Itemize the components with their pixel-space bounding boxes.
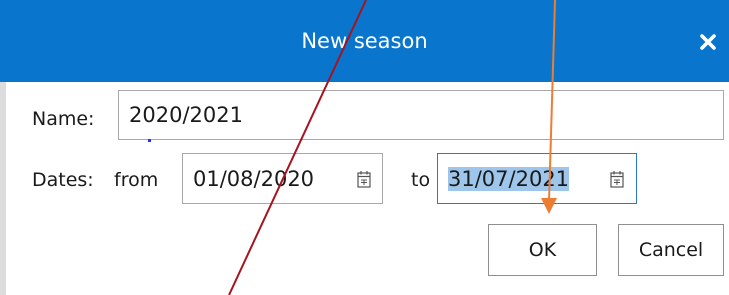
from-label: from (114, 169, 159, 191)
to-date-input[interactable]: 31/07/2021 (437, 153, 637, 204)
to-label: to (411, 169, 431, 191)
dialog-title: New season (301, 29, 428, 53)
ok-button[interactable]: OK (488, 224, 597, 276)
name-label: Name: (32, 108, 95, 130)
calendar-icon[interactable] (610, 170, 624, 188)
dates-label: Dates: (32, 169, 94, 191)
dialog-titlebar: New season (0, 0, 729, 82)
new-season-dialog: New season Name: 2020/2021 Dates: from 0… (0, 0, 729, 295)
dialog-body: Name: 2020/2021 Dates: from 01/08/2020 t… (6, 82, 729, 295)
cancel-button[interactable]: Cancel (618, 224, 724, 276)
name-input[interactable]: 2020/2021 (118, 90, 724, 140)
close-button[interactable] (692, 26, 724, 58)
to-date-value: 31/07/2021 (448, 166, 570, 191)
name-value: 2020/2021 (129, 103, 243, 127)
calendar-icon[interactable] (357, 170, 371, 188)
from-date-value: 01/08/2020 (193, 166, 315, 191)
from-date-input[interactable]: 01/08/2020 (182, 153, 383, 204)
stray-dot (148, 139, 151, 142)
close-icon (700, 34, 716, 50)
